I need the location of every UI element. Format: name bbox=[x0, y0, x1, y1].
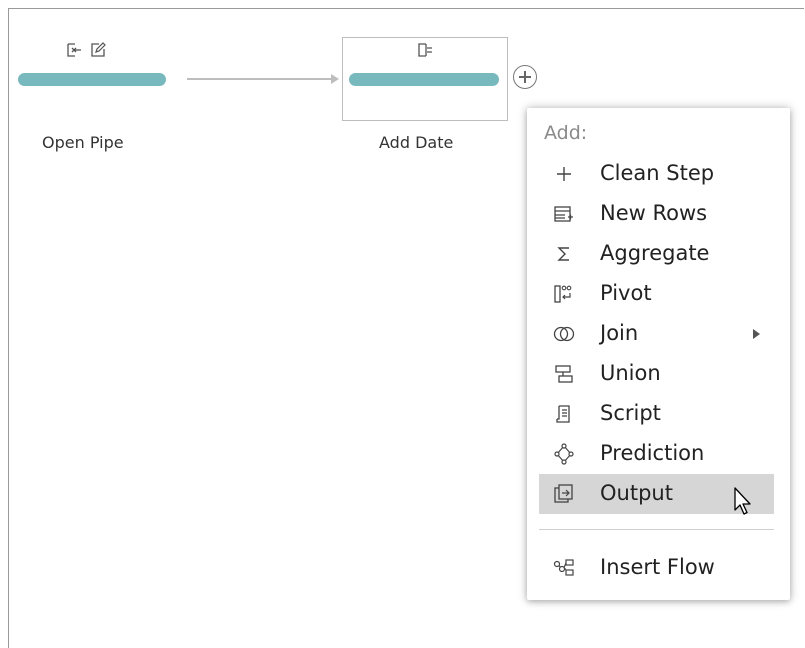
open-pipe-node-label[interactable]: Open Pipe bbox=[42, 133, 124, 152]
menu-item-clean-step[interactable]: Clean Step bbox=[539, 154, 774, 194]
menu-item-union[interactable]: Union bbox=[539, 354, 774, 394]
menu-item-join[interactable]: Join bbox=[539, 314, 774, 354]
mouse-cursor-icon bbox=[734, 487, 754, 517]
new-rows-icon bbox=[553, 203, 575, 225]
open-pipe-change-icons bbox=[66, 42, 106, 58]
add-step-button[interactable] bbox=[513, 65, 537, 89]
menu-header: Add: bbox=[544, 122, 588, 144]
menu-item-insert-flow[interactable]: Insert Flow bbox=[539, 548, 774, 588]
menu-item-label: Insert Flow bbox=[600, 555, 715, 579]
open-pipe-node-bar[interactable] bbox=[18, 73, 166, 86]
flow-connector-line bbox=[187, 78, 333, 80]
submenu-arrow-icon bbox=[753, 329, 760, 339]
script-icon bbox=[553, 403, 575, 425]
add-date-node-bar[interactable] bbox=[349, 73, 499, 86]
union-icon bbox=[553, 363, 575, 385]
menu-item-label: Join bbox=[600, 321, 639, 345]
add-date-change-icons bbox=[417, 42, 433, 58]
pivot-icon bbox=[553, 283, 575, 305]
menu-item-aggregate[interactable]: Aggregate bbox=[539, 234, 774, 274]
remove-field-icon bbox=[66, 42, 82, 58]
add-step-menu: Add: Clean Step New Rows Aggregate Pivot… bbox=[527, 108, 790, 600]
plus-icon bbox=[553, 163, 575, 185]
menu-item-label: Union bbox=[600, 361, 661, 385]
menu-item-label: Prediction bbox=[600, 441, 705, 465]
menu-item-script[interactable]: Script bbox=[539, 394, 774, 434]
flow-connector-arrow bbox=[331, 74, 339, 84]
menu-item-label: Pivot bbox=[600, 281, 652, 305]
menu-item-pivot[interactable]: Pivot bbox=[539, 274, 774, 314]
menu-item-new-rows[interactable]: New Rows bbox=[539, 194, 774, 234]
menu-item-prediction[interactable]: Prediction bbox=[539, 434, 774, 474]
join-icon bbox=[553, 323, 575, 345]
menu-item-label: New Rows bbox=[600, 201, 708, 225]
insert-flow-icon bbox=[553, 557, 575, 579]
add-date-node-label[interactable]: Add Date bbox=[379, 133, 453, 152]
menu-divider bbox=[539, 529, 774, 530]
menu-item-label: Output bbox=[600, 481, 673, 505]
sigma-icon bbox=[553, 243, 575, 265]
calculated-field-icon bbox=[417, 42, 433, 58]
menu-item-label: Clean Step bbox=[600, 161, 715, 185]
menu-item-label: Script bbox=[600, 401, 661, 425]
rename-field-icon bbox=[90, 42, 106, 58]
prediction-icon bbox=[553, 443, 575, 465]
output-icon bbox=[553, 483, 575, 505]
menu-item-label: Aggregate bbox=[600, 241, 710, 265]
